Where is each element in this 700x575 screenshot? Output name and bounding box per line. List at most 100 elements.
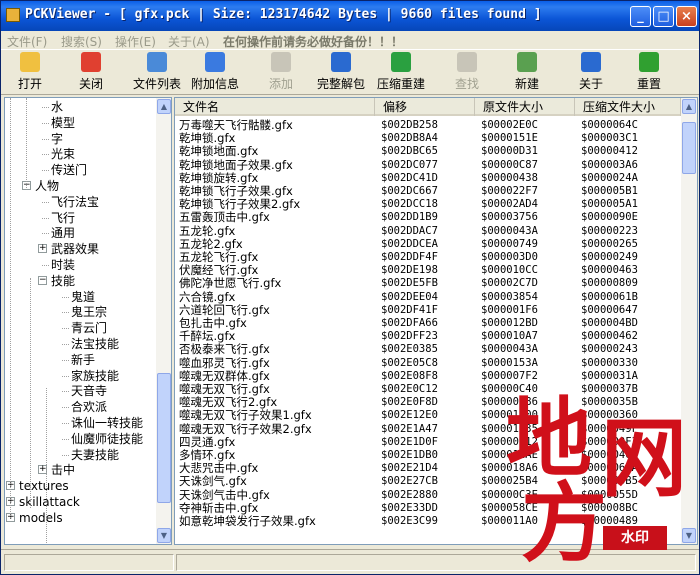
table-row[interactable]: 噬血邪灵飞行.gfx $002E05C8 $0000153A $00000330 (175, 357, 681, 370)
file-list[interactable]: 文件名 偏移 原文件大小 压缩文件大小 万毒噬天飞行骷髅.gfx $002DB25… (174, 97, 698, 545)
tree-node[interactable]: 天音寺 (71, 383, 107, 399)
tree-node[interactable]: 鬼道 (71, 289, 95, 305)
table-row[interactable]: 噬魂无双飞行子效果2.gfx $002E1A47 $00001E35 $0000049… (175, 423, 681, 436)
collapse-icon[interactable]: − (38, 275, 47, 285)
tree-node[interactable]: 通用 (51, 225, 75, 241)
table-row[interactable]: 五龙轮2.gfx $002DDCEA $00000749 $00000265 (175, 238, 681, 251)
table-row[interactable]: 五雷轰顶击中.gfx $002DD1B9 $00003756 $0000090E (175, 211, 681, 224)
tree-node[interactable]: 字 (51, 131, 63, 147)
minimize-button[interactable]: _ (630, 6, 651, 27)
table-row[interactable]: 五龙轮飞行.gfx $002DDF4F $000003D0 $00000249 (175, 251, 681, 264)
menu-operate[interactable]: 操作(E) (115, 33, 156, 50)
cell-offset: $002DD1B9 (381, 211, 438, 224)
tree-node[interactable]: 家族技能 (71, 368, 119, 384)
tree-node[interactable]: 飞行 (51, 210, 75, 226)
folder-tree[interactable]: 水模型字光束 传送门 − 人物 飞行法宝 飞行 通用 + 武器效果 时装 − 技能 鬼道 鬼王宗 青云门 法宝… (4, 97, 172, 545)
table-row[interactable]: 夺神斩击中.gfx $002E33DD $000058CE $000008BC (175, 502, 681, 515)
tree-node[interactable]: textures (19, 478, 69, 494)
column-offset[interactable]: 偏移 (375, 98, 475, 116)
table-row[interactable]: 大悲咒击中.gfx $002E21D4 $000018A6 $0000066A (175, 462, 681, 475)
tree-node[interactable]: 技能 (51, 273, 75, 289)
list-scrollbar[interactable]: ▲ ▼ (681, 98, 697, 544)
toolbar-button-5[interactable]: 完整解包 (313, 52, 369, 94)
toolbar-button-label: 添加 (268, 77, 293, 91)
tree-node[interactable]: skillattack (19, 494, 80, 510)
tree-node[interactable]: 水 (51, 99, 63, 115)
tree-node[interactable]: 模型 (51, 115, 75, 131)
table-row[interactable]: 乾坤锁飞行子效果.gfx $002DC667 $000022F7 $000005B1 (175, 185, 681, 198)
table-row[interactable]: 如意乾坤袋发行子效果.gfx $002E3C99 $000011A0 $0000048… (175, 515, 681, 528)
table-row[interactable]: 六道轮回飞行.gfx $002DF41F $000001F6 $00000647 (175, 304, 681, 317)
scroll-down-icon[interactable]: ▼ (682, 528, 696, 543)
tree-node[interactable]: 鬼王宗 (71, 304, 107, 320)
toolbar-button-8[interactable]: 新建 (509, 52, 545, 94)
toolbar-button-9[interactable]: 关于 (573, 52, 609, 94)
toolbar-button-6[interactable]: 压缩重建 (373, 52, 429, 94)
toolbar-button-4[interactable]: 添加 (263, 52, 299, 94)
table-row[interactable]: 乾坤锁地面.gfx $002DBC65 $00000D31 $00000412 (175, 145, 681, 158)
tree-connector (62, 328, 69, 330)
menu-about[interactable]: 关于(A) (168, 33, 210, 50)
table-row[interactable]: 五龙轮.gfx $002DDAC7 $0000043A $00000223 (175, 225, 681, 238)
tree-node[interactable]: 诛仙一转技能 (71, 415, 143, 431)
table-row[interactable]: 乾坤锁.gfx $002DB8A4 $0000151E $000003C1 (175, 132, 681, 145)
tree-node[interactable]: 时装 (51, 257, 75, 273)
table-row[interactable]: 乾坤锁旋转.gfx $002DC41D $00000438 $0000024A (175, 172, 681, 185)
tree-scrollbar[interactable]: ▲ ▼ (156, 98, 171, 544)
table-row[interactable]: 千醉坛.gfx $002DFF23 $000010A7 $00000462 (175, 330, 681, 343)
tree-scroll-thumb[interactable] (157, 373, 171, 503)
column-filename[interactable]: 文件名 (175, 98, 375, 116)
tree-node[interactable]: 法宝技能 (71, 336, 119, 352)
scroll-down-icon[interactable]: ▼ (157, 528, 171, 543)
tree-node[interactable]: 光束 (51, 146, 75, 162)
table-row[interactable]: 佛陀净世愿飞行.gfx $002DE5FB $00002C7D $00000809 (175, 277, 681, 290)
table-row[interactable]: 噬魂无双飞行.gfx $002E0C12 $00000C40 $0000037B (175, 383, 681, 396)
tree-node[interactable]: models (19, 510, 63, 526)
close-button[interactable]: × (676, 6, 697, 27)
tree-node[interactable]: 仙魔师徒技能 (71, 431, 143, 447)
tree-node[interactable]: 合欢派 (71, 399, 107, 415)
tree-node[interactable]: 夫妻技能 (71, 447, 119, 463)
toolbar-button-7[interactable]: 查找 (449, 52, 485, 94)
table-row[interactable]: 乾坤锁地面子效果.gfx $002DC077 $00000C87 $000003A6 (175, 159, 681, 172)
tree-node[interactable]: 武器效果 (51, 241, 99, 257)
table-row[interactable]: 万毒噬天飞行骷髅.gfx $002DB258 $00002E0C $0000064C (175, 119, 681, 132)
toolbar-button-0[interactable]: 打开 (9, 52, 51, 94)
column-original-size[interactable]: 原文件大小 (475, 98, 575, 116)
toolbar-button-10[interactable]: 重置 (631, 52, 667, 94)
table-row[interactable]: 天诛剑气击中.gfx $002E2880 $00000C3E $0000055D (175, 489, 681, 502)
toolbar-button-2[interactable]: 文件列表 (129, 52, 185, 94)
table-row[interactable]: 天诛剑气.gfx $002E27CB $000025B4 $000006B5 (175, 475, 681, 488)
toolbar-button-1[interactable]: 关闭 (73, 52, 109, 94)
table-row[interactable]: 噬魂无双群体.gfx $002E08F8 $000007F2 $0000031A (175, 370, 681, 383)
cell-compressed-size: $000003A6 (581, 158, 638, 171)
table-row[interactable]: 四灵通.gfx $002E1D0F $00000112 $000000F3 (175, 436, 681, 449)
table-row[interactable]: 多情环.gfx $002E1DB0 $000012AE $00000464 (175, 449, 681, 462)
toolbar-button-3[interactable]: 附加信息 (187, 52, 243, 94)
maximize-button[interactable]: □ (653, 6, 674, 27)
table-row[interactable]: 六合镜.gfx $002DEE04 $00003854 $0000061B (175, 291, 681, 304)
scroll-up-icon[interactable]: ▲ (157, 99, 171, 114)
tree-node[interactable]: 青云门 (71, 320, 107, 336)
table-row[interactable]: 伏魔经飞行.gfx $002DE198 $000010CC $00000463 (175, 264, 681, 277)
expand-icon[interactable]: + (38, 244, 47, 254)
menu-file[interactable]: 文件(F) (7, 33, 47, 50)
tree-node[interactable]: 传送门 (51, 162, 87, 178)
cell-compressed-size: $000005A1 (581, 198, 638, 211)
table-row[interactable]: 包扎击中.gfx $002DFA66 $000012BD $000004BD (175, 317, 681, 330)
cell-compressed-size: $0000024A (581, 171, 638, 184)
table-row[interactable]: 噬魂无双飞行2.gfx $002E0F8D $00000F86 $0000035B (175, 396, 681, 409)
menu-search[interactable]: 搜索(S) (61, 33, 102, 50)
list-scroll-thumb[interactable] (682, 122, 696, 174)
table-row[interactable]: 噬魂无双飞行子效果1.gfx $002E12E0 $00001000 $0000036… (175, 409, 681, 422)
tree-node[interactable]: 新手 (71, 352, 95, 368)
tree-node[interactable]: 击中 (51, 462, 75, 478)
cell-filename: 噬魂无双飞行.gfx (179, 383, 270, 396)
scroll-up-icon[interactable]: ▲ (682, 99, 696, 114)
column-compressed-size[interactable]: 压缩文件大小 (575, 98, 681, 116)
table-row[interactable]: 乾坤锁飞行子效果2.gfx $002DCC18 $00002AD4 $000005A1 (175, 198, 681, 211)
table-row[interactable]: 否极泰来飞行.gfx $002E0385 $0000043A $00000243 (175, 343, 681, 356)
title-bar[interactable]: PCKViewer - [ gfx.pck | Size: 123174642 … (1, 1, 699, 31)
tree-node[interactable]: 飞行法宝 (51, 194, 99, 210)
tree-node[interactable]: 人物 (35, 178, 59, 194)
